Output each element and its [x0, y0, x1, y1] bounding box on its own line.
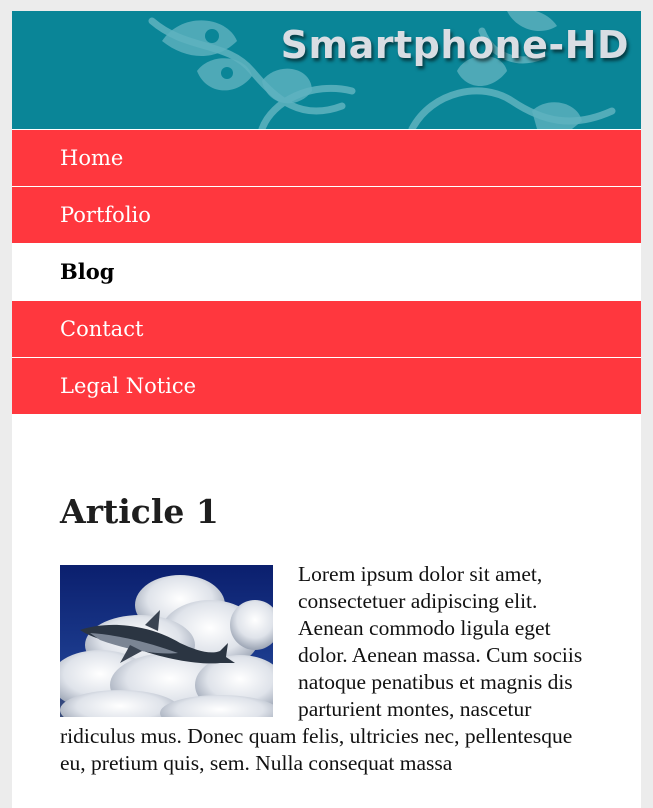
- whale-in-clouds-image: [60, 565, 273, 717]
- nav-item-home[interactable]: Home: [12, 129, 641, 186]
- header-banner: Smartphone-HD: [12, 11, 641, 129]
- nav-item-legal-notice[interactable]: Legal Notice: [12, 357, 641, 414]
- nav-item-blog[interactable]: Blog: [12, 243, 641, 300]
- site-title: Smartphone-HD: [280, 23, 629, 67]
- page: Smartphone-HD Home Portfolio Blog Contac…: [12, 11, 641, 808]
- main-content: Article 1 Lorem ipsum dolor sit amet, co…: [12, 492, 641, 777]
- main-navigation: Home Portfolio Blog Contact Legal Notice: [12, 129, 641, 414]
- nav-item-contact[interactable]: Contact: [12, 300, 641, 357]
- article-title: Article 1: [60, 492, 219, 531]
- article-body: Lorem ipsum dolor sit amet, consectetuer…: [60, 561, 593, 777]
- nav-item-portfolio[interactable]: Portfolio: [12, 186, 641, 243]
